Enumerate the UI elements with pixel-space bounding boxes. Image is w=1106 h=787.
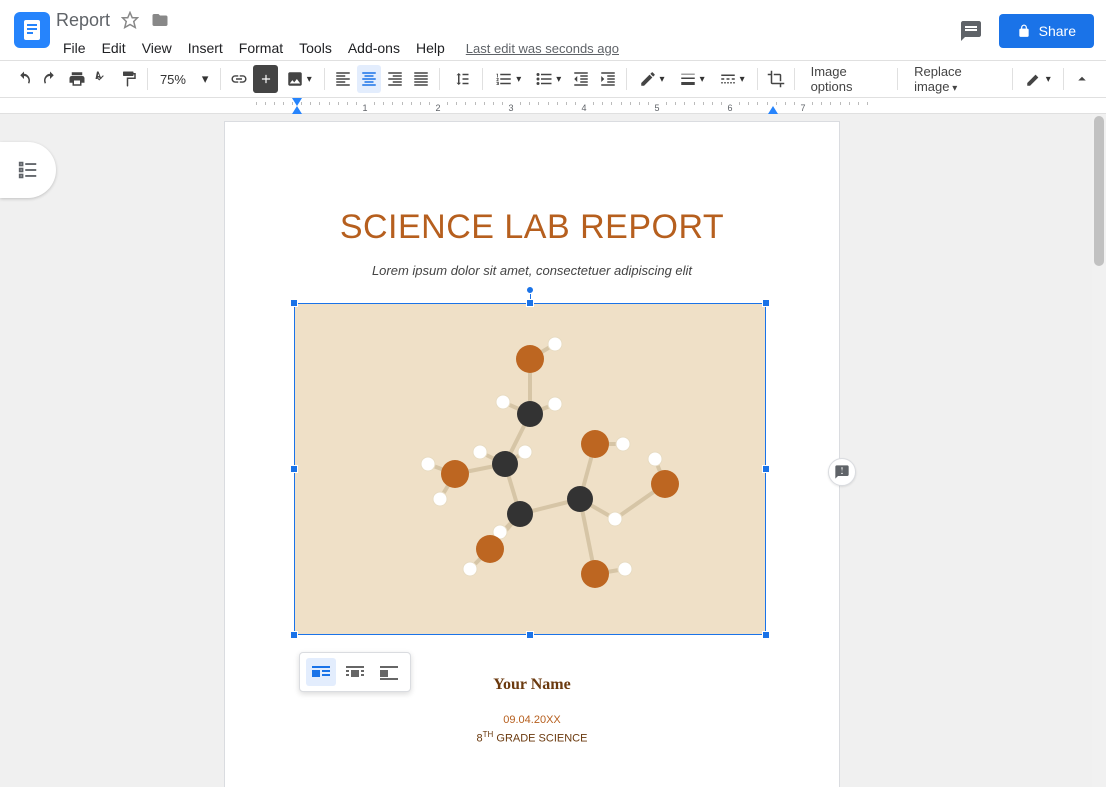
rotate-handle[interactable] [526, 286, 534, 294]
menu-file[interactable]: File [56, 36, 93, 60]
border-weight-button[interactable]: ▾ [673, 65, 711, 93]
margin-marker-left[interactable] [292, 106, 302, 114]
vertical-ruler[interactable] [7, 122, 13, 787]
border-color-button[interactable]: ▾ [633, 65, 671, 93]
crop-button[interactable] [764, 65, 788, 93]
spellcheck-button[interactable] [91, 65, 115, 93]
align-justify-button[interactable] [409, 65, 433, 93]
align-center-button[interactable] [357, 65, 381, 93]
increase-indent-button[interactable] [595, 65, 619, 93]
resize-handle-n[interactable] [526, 299, 534, 307]
resize-handle-s[interactable] [526, 631, 534, 639]
star-icon[interactable] [120, 10, 140, 30]
lock-icon [1017, 24, 1031, 38]
menu-view[interactable]: View [135, 36, 179, 60]
insert-image-button[interactable]: ▾ [280, 65, 318, 93]
border-dash-button[interactable]: ▾ [713, 65, 751, 93]
resize-handle-sw[interactable] [290, 631, 298, 639]
paint-format-button[interactable] [117, 65, 141, 93]
image-selection-box[interactable] [294, 303, 766, 635]
zoom-select[interactable]: 75%▾ [154, 66, 214, 92]
document-title[interactable]: Report [56, 10, 110, 31]
menu-insert[interactable]: Insert [181, 36, 230, 60]
resize-handle-nw[interactable] [290, 299, 298, 307]
menu-edit[interactable]: Edit [95, 36, 133, 60]
document-heading: SCIENCE LAB REPORT [225, 208, 839, 247]
wrap-inline-button[interactable] [306, 658, 336, 686]
image-wrap-toolbar [299, 652, 411, 692]
decrease-indent-button[interactable] [569, 65, 593, 93]
replace-image-button[interactable]: Replace image ▾ [904, 64, 1006, 94]
menu-bar: File Edit View Insert Format Tools Add-o… [56, 36, 959, 60]
edit-mode-button[interactable]: ▾ [1019, 65, 1057, 93]
line-spacing-button[interactable] [446, 65, 476, 93]
wrap-break-button[interactable] [374, 658, 404, 686]
align-left-button[interactable] [331, 65, 355, 93]
document-grade: 8TH GRADE SCIENCE [225, 730, 839, 745]
wrap-text-button[interactable] [340, 658, 370, 686]
resize-handle-e[interactable] [762, 465, 770, 473]
share-button[interactable]: Share [999, 14, 1094, 48]
insert-link-button[interactable] [227, 65, 251, 93]
document-subtitle: Lorem ipsum dolor sit amet, consectetuer… [225, 263, 839, 278]
resize-handle-se[interactable] [762, 631, 770, 639]
document-page[interactable]: SCIENCE LAB REPORT Lorem ipsum dolor sit… [225, 122, 839, 787]
docs-logo[interactable] [12, 8, 52, 58]
image-options-button[interactable]: Image options [801, 64, 892, 94]
align-right-button[interactable] [383, 65, 407, 93]
document-date: 09.04.20XX [225, 714, 839, 726]
insert-comment-button[interactable] [253, 65, 277, 93]
menu-tools[interactable]: Tools [292, 36, 339, 60]
horizontal-ruler[interactable]: 1234567 [0, 98, 1106, 114]
print-button[interactable] [64, 65, 88, 93]
app-header: Report File Edit View Insert Format Tool… [0, 0, 1106, 60]
toolbar: 75%▾ ▾ ▾ ▾ ▾ ▾ ▾ Image options Replace i… [0, 60, 1106, 98]
scrollbar-thumb[interactable] [1094, 116, 1104, 266]
canvas-area: SCIENCE LAB REPORT Lorem ipsum dolor sit… [0, 114, 1106, 787]
last-edit-link[interactable]: Last edit was seconds ago [454, 41, 619, 56]
add-comment-button[interactable]: + [828, 458, 856, 486]
menu-format[interactable]: Format [232, 36, 290, 60]
margin-marker-right[interactable] [768, 106, 778, 114]
menu-help[interactable]: Help [409, 36, 452, 60]
vertical-scrollbar[interactable] [1092, 114, 1106, 787]
share-label: Share [1039, 23, 1076, 39]
menu-addons[interactable]: Add-ons [341, 36, 407, 60]
svg-text:+: + [839, 466, 844, 476]
open-comments-icon[interactable] [959, 19, 983, 43]
numbered-list-button[interactable]: ▾ [489, 65, 527, 93]
resize-handle-w[interactable] [290, 465, 298, 473]
bulleted-list-button[interactable]: ▾ [529, 65, 567, 93]
resize-handle-ne[interactable] [762, 299, 770, 307]
move-folder-icon[interactable] [150, 10, 170, 30]
redo-button[interactable] [38, 65, 62, 93]
title-area: Report File Edit View Insert Format Tool… [52, 8, 959, 60]
collapse-toolbar-button[interactable] [1070, 65, 1094, 93]
undo-button[interactable] [12, 65, 36, 93]
